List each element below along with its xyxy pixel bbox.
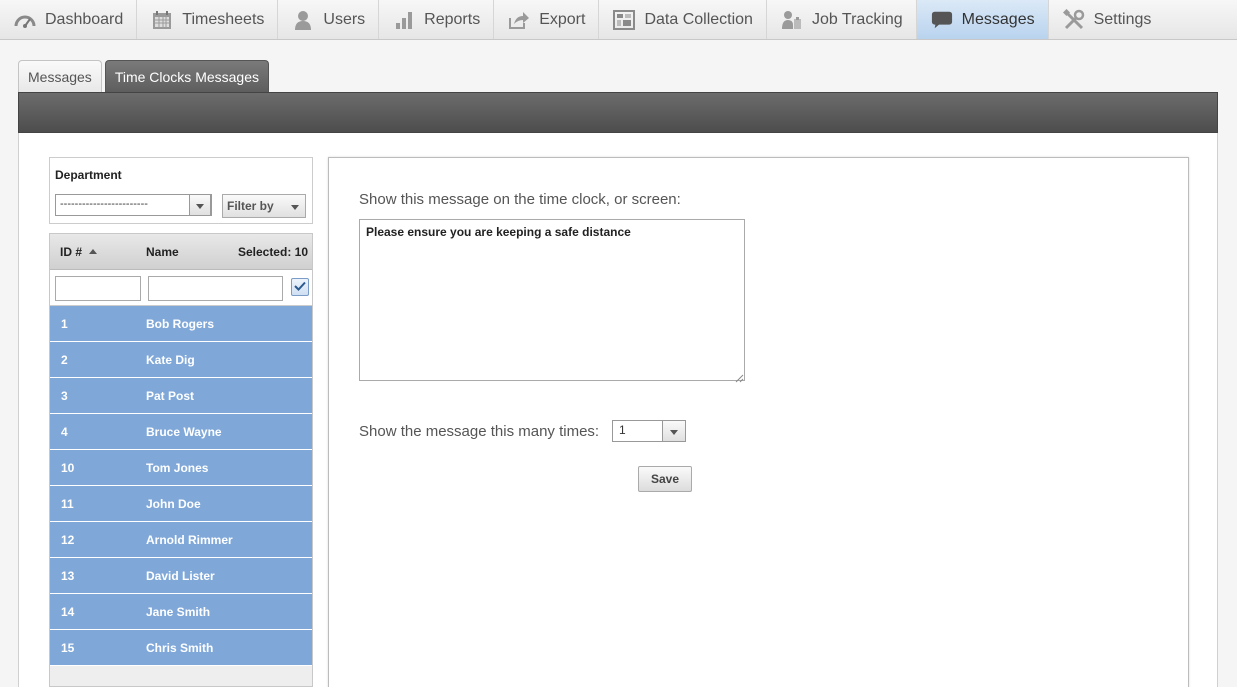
nav-messages[interactable]: Messages [916,0,1049,39]
nav-label: Job Tracking [811,10,903,28]
user-id: 15 [61,641,75,655]
user-id: 2 [61,353,68,367]
message-settings-panel: Show this message on the time clock, or … [328,157,1189,687]
user-icon [292,9,314,31]
user-filter-row [50,270,312,306]
chevron-down-icon [196,196,204,214]
grid-icon [613,9,636,31]
nav-label: Messages [961,10,1035,28]
nav-dashboard[interactable]: Dashboard [0,0,138,39]
message-textarea[interactable] [359,219,745,381]
user-id: 13 [61,569,75,583]
user-name: Chris Smith [146,641,214,655]
calendar-icon [151,9,173,31]
department-label: Department [55,168,122,182]
user-name: Pat Post [146,389,195,403]
department-filter-box: Department ------------------------ Filt… [49,157,313,224]
table-row[interactable]: 2 Kate Dig [50,342,312,378]
user-name: Jane Smith [146,605,211,619]
checkmark-icon [294,278,306,296]
user-id: 14 [61,605,75,619]
table-row[interactable]: 15 Chris Smith [50,630,312,666]
nav-label: Dashboard [45,10,124,28]
table-row[interactable]: 1 Bob Rogers [50,306,312,342]
nav-label: Timesheets [182,10,265,28]
nav-export[interactable]: Export [494,0,600,39]
top-navigation: Dashboard Timesheets Users Reports Expor… [0,0,1237,40]
table-row[interactable]: 12 Arnold Rimmer [50,522,312,558]
message-label: Show this message on the time clock, or … [359,191,681,208]
tab-time-clocks-messages[interactable]: Time Clocks Messages [104,60,269,93]
nav-reports[interactable]: Reports [379,0,495,39]
table-row[interactable]: 10 Tom Jones [50,450,312,486]
user-id: 11 [61,497,74,511]
filter-by-label: Filter by [227,199,274,213]
nav-users[interactable]: Users [278,0,380,39]
user-list-panel: ID # Name Selected: 10 1 Bob Rogers 2 Kate… [49,233,313,687]
user-id: 12 [61,533,75,547]
times-dropdown-button[interactable] [662,420,686,442]
name-filter-input[interactable] [148,276,283,301]
table-row[interactable]: 13 David Lister [50,558,312,594]
nav-data-collection[interactable]: Data Collection [599,0,767,39]
table-row[interactable]: 3 Pat Post [50,378,312,414]
chevron-down-icon [670,422,678,440]
column-header-name[interactable]: Name [146,245,179,259]
bar-chart-icon [393,9,415,31]
toolbar-bar [18,92,1218,133]
nav-timesheets[interactable]: Timesheets [137,0,279,39]
user-name: Bob Rogers [146,317,215,331]
chat-bubble-icon [931,9,953,31]
sort-ascending-icon [89,243,98,257]
id-filter-input[interactable] [55,276,141,301]
resize-handle-icon[interactable] [734,370,744,383]
department-dropdown-button[interactable] [189,194,211,216]
column-id-label: ID # [60,245,83,259]
user-name: Arnold Rimmer [146,533,233,547]
table-row[interactable]: 14 Jane Smith [50,594,312,630]
nav-settings[interactable]: Settings [1049,0,1165,39]
job-tracking-icon [781,9,803,31]
nav-label: Users [323,10,366,28]
tools-icon [1062,8,1085,31]
tab-messages[interactable]: Messages [18,60,102,92]
column-header-id[interactable]: ID # [60,243,98,259]
user-name: David Lister [146,569,215,583]
user-id: 3 [61,389,68,403]
chevron-down-icon [291,199,299,213]
nav-label: Settings [1093,10,1152,28]
user-id: 1 [61,317,68,331]
user-table-header: ID # Name Selected: 10 [50,234,312,270]
select-all-checkbox[interactable] [291,278,309,296]
times-label: Show the message this many times: [359,423,600,440]
filter-by-button[interactable]: Filter by [222,194,306,218]
user-name: Tom Jones [146,461,209,475]
user-id: 10 [61,461,75,475]
table-row[interactable]: 4 Bruce Wayne [50,414,312,450]
user-rows: 1 Bob Rogers 2 Kate Dig 3 Pat Post 4 Bruce W… [50,306,312,666]
user-name: Kate Dig [146,353,195,367]
nav-label: Export [539,10,586,28]
nav-label: Data Collection [644,10,753,28]
nav-label: Reports [424,10,481,28]
table-row[interactable]: 11 John Doe [50,486,312,522]
nav-job-tracking[interactable]: Job Tracking [767,0,917,39]
user-name: John Doe [146,497,201,511]
user-id: 4 [61,425,68,439]
save-button[interactable]: Save [638,466,692,492]
dashboard-icon [14,9,36,31]
export-icon [508,9,530,31]
user-name: Bruce Wayne [146,425,222,439]
selected-count: Selected: 10 [237,245,308,259]
message-tabs: Messages Time Clocks Messages [18,60,272,93]
